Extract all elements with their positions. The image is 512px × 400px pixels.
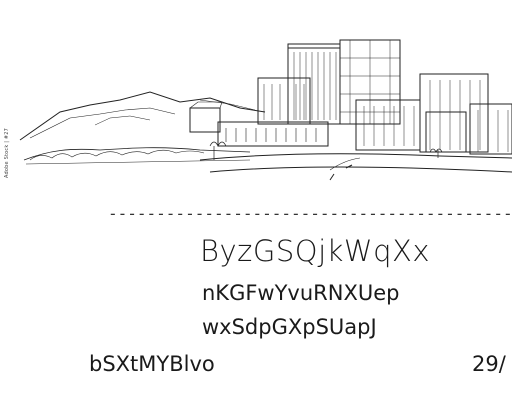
- subtitle-line-2: wxSdpGXpSUapJ: [202, 315, 377, 339]
- subtitle-line-1: nKGFwYvuRNXUep: [202, 281, 400, 305]
- image-credit: Adobe Stock | #277825: [4, 128, 10, 178]
- page: Adobe Stock | #277825 ------------------…: [0, 0, 512, 400]
- dashed-divider: ----------------------------------------…: [108, 207, 512, 221]
- bottom-left-text: bSXtMYBlvo: [89, 352, 215, 376]
- city-skyline-illustration: [19, 39, 512, 181]
- title-text: ByzGSQjkWqXx: [200, 234, 431, 268]
- bottom-right-text: 29/: [472, 352, 506, 376]
